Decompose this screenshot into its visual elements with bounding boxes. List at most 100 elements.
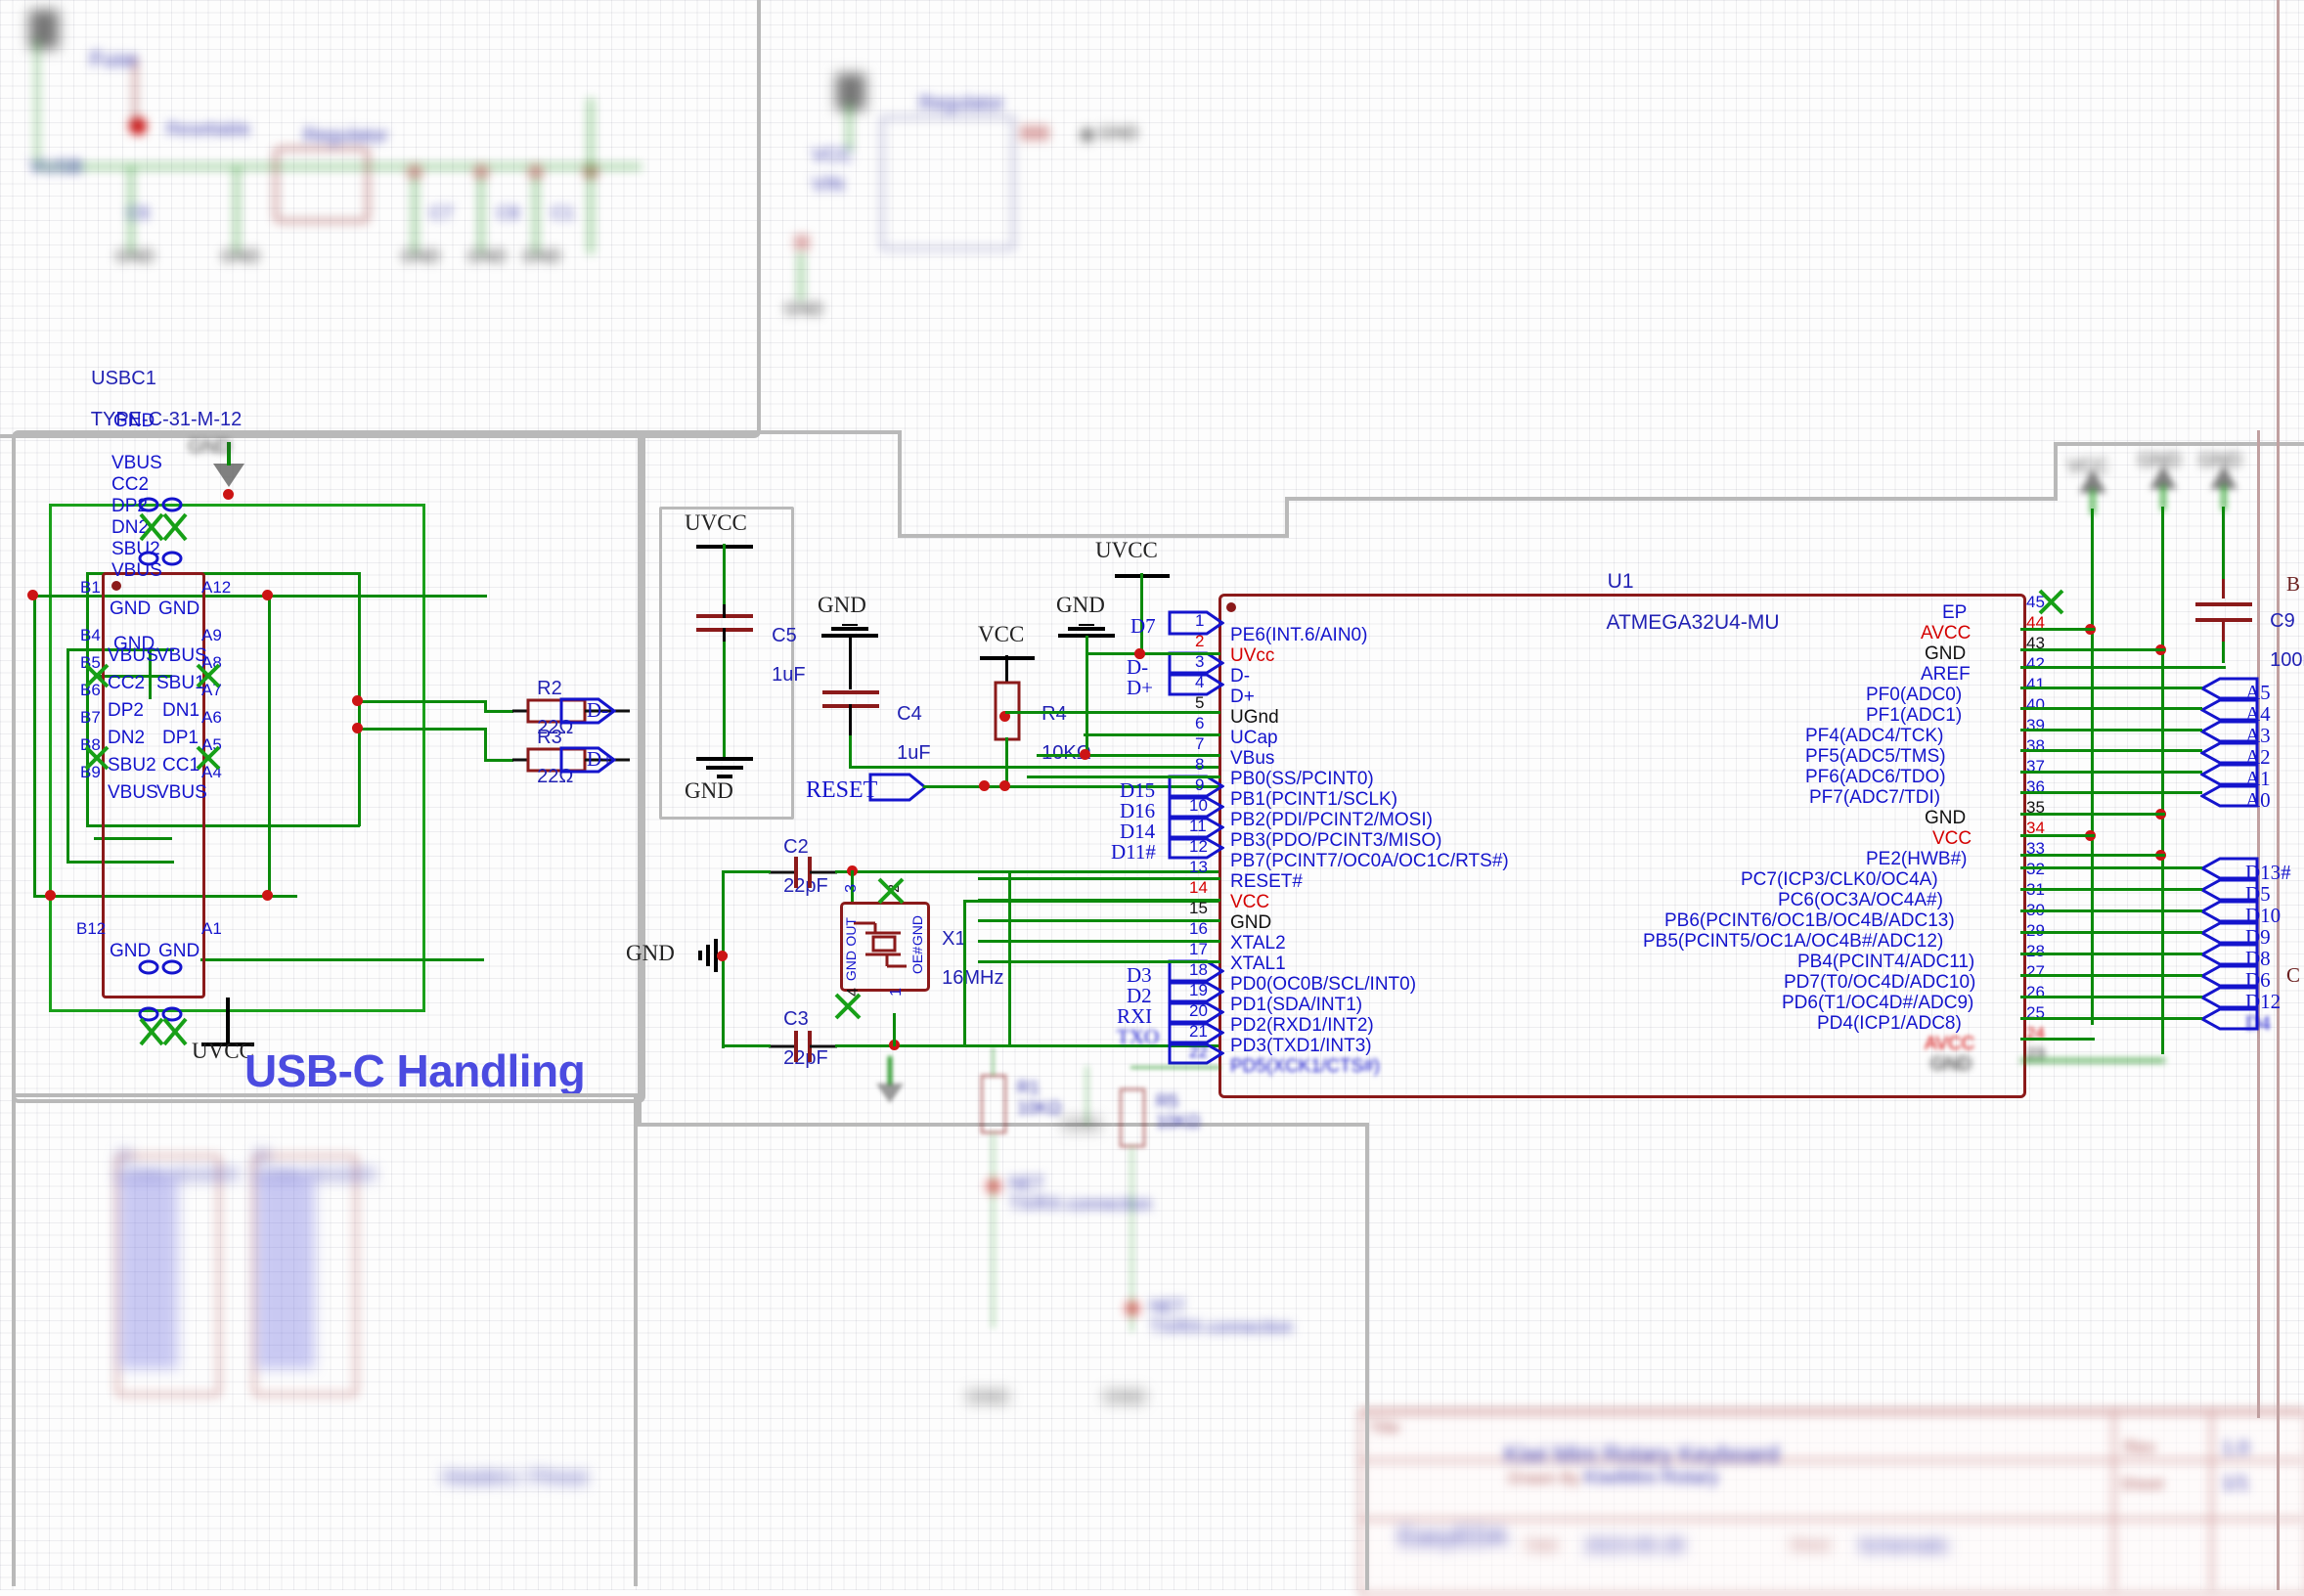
mcu-pin-dplus: D+ [1230,687,1255,707]
wire [2222,579,2225,598]
wire [268,595,271,898]
mcu-pinnum-14: 14 [1189,878,1208,897]
mcu-pin-pb6: PB6(PCINT6/OC1B/OC4B/ADC13) [1664,910,1955,931]
junction [717,951,728,961]
net-label-reset: RESET [806,777,878,803]
rxi-resistor-label: R1 10KΩ [1017,1078,1062,1118]
wire [2020,749,2202,752]
net-port-reset[interactable] [868,773,927,802]
junction [1125,1301,1140,1316]
capacitor-c2[interactable] [769,853,837,897]
mcu-pin-pd1: PD1(SDA/INT1) [1230,995,1363,1015]
mcu-pinnum-17: 17 [1189,940,1208,958]
mcu-pin-pd7: PD7(T0/OC4D/ADC10) [1784,972,1976,993]
capacitor-c3[interactable] [769,1027,837,1071]
c5-ref-text: C5 [772,625,797,646]
mcu-pin-reset: RESET# [1230,871,1303,892]
wire [358,700,487,703]
wire [992,1132,995,1328]
mcu-pin-gnd35: GND [1925,808,1967,828]
wire [1084,733,1220,736]
x1-pin-label-gnd2: GND [909,915,925,947]
mcu-pin-xtal2: XTAL2 [1230,933,1286,953]
net-label-dminus: D- [587,698,609,722]
wire [484,728,487,761]
nc-cross-ep [2038,589,2065,621]
wire [2020,687,2202,689]
mcu-pin-pd5: PD5(XCK1/CTS#) [1230,1056,1381,1077]
mcu-pinnum-37: 37 [2026,757,2045,776]
mcu-pin-gnd23: GND [1930,1054,1972,1075]
mcu-pin-ucap: UCap [1230,728,1278,748]
mcu-pin-ep-name: EP [1942,602,1968,623]
wire [2020,628,2095,631]
c9-ref: C9 100nF [2259,592,2304,670]
wire [2020,1017,2202,1020]
mcu-pin-avcc24: AVCC [1925,1034,1975,1054]
junction [223,489,234,500]
net-port-mcu-data[interactable] [1168,651,1224,698]
wire [978,919,1220,922]
net-port-d7[interactable] [1168,610,1224,636]
mcu-pin-pd0: PD0(OC0B/SCL/INT0) [1230,974,1417,995]
mcu-pin-pf4: PF4(ADC4/TCK) [1805,726,1944,746]
usbc-label-cc1: CC1 [162,755,200,776]
wire [2020,931,2202,934]
wire [723,544,726,606]
x1-pin-label-gnd4: GND [843,951,859,982]
usbc-label-dn1: DN1 [162,700,200,721]
usbc-shell-pins-inner-top [137,548,186,574]
txo-resistor-label: R5 10KΩ [1156,1091,1201,1131]
mcu-pin-pb2: PB2(PDI/PCINT2/MOSI) [1230,810,1433,830]
mcu-pinnum-38: 38 [2026,736,2045,755]
net-port-group-d3-txo[interactable] [1168,959,1224,1069]
mcu-pinnum-36: 36 [2026,777,2045,796]
wire [835,1044,1011,1047]
wire [2020,791,2202,794]
mcu-pin-pb7: PB7(PCINT7/OC0A/OC1C/RTS#) [1230,851,1509,871]
net-port-group-d15-d11[interactable] [1168,775,1224,863]
wire [722,870,771,873]
junction [979,780,990,791]
nc-cross-sbu1 [196,663,223,695]
wire [849,636,852,689]
wire [1027,776,1220,778]
wire [723,642,726,761]
usbc-label-dp2: DP2 [108,700,144,721]
mcu-pin-xtal1: XTAL1 [1230,953,1286,974]
wire [2020,707,2202,710]
wire [849,766,1218,769]
sheet-title: USB-C Handling [244,1045,586,1096]
wire [2020,729,2202,732]
gnd-label-mcu-ugnd: GND [1056,593,1105,617]
usbc-ref-text: USBC1 [91,368,156,389]
x1-pinnum-3: 3 [843,884,860,893]
mcu-ref-text: U1 [1607,570,1634,593]
usbc-pin-name-vbus-b4: VBUS [111,453,162,473]
mcu-pinnum-16: 16 [1189,919,1208,938]
mcu-pinnum-40: 40 [2026,695,2045,714]
mcu-pin-pd3: PD3(TXD1/INT3) [1230,1036,1372,1056]
mcu-pin-pd2: PD2(RXD1/INT2) [1230,1015,1374,1036]
wire [722,1044,771,1047]
wire [1037,754,1220,757]
usbc-pinnum-b12: B12 [76,919,107,938]
x1-value-text: 16MHz [942,967,1004,989]
mcu-pin-pc6: PC6(OC3A/OC4A#) [1778,890,1943,910]
nc-cross-x1-pin4 [833,992,863,1026]
wire [835,870,1011,873]
mcu-pinnum-42: 42 [2026,654,2045,673]
mcu-pinnum-26: 26 [2026,983,2045,1001]
r4-ref-text: R4 [1041,703,1067,725]
gnd-symbol-crystal-bottom [868,1056,911,1116]
junction [262,890,273,901]
wire [49,504,52,1012]
mcu-pinnum-32: 32 [2026,860,2045,879]
nc-cross-bottom [137,1015,190,1055]
c5-ref: C5 1uF [761,606,805,685]
mcu-pin-pf0: PF0(ADC0) [1866,685,1963,705]
usbc-pinnum-a1: A1 [201,919,222,938]
mcu-pin-pe2: PE2(HWB#) [1866,849,1968,869]
nc-cross-cc2 [84,663,111,695]
mcu-pin-aref: AREF [1921,664,1971,685]
